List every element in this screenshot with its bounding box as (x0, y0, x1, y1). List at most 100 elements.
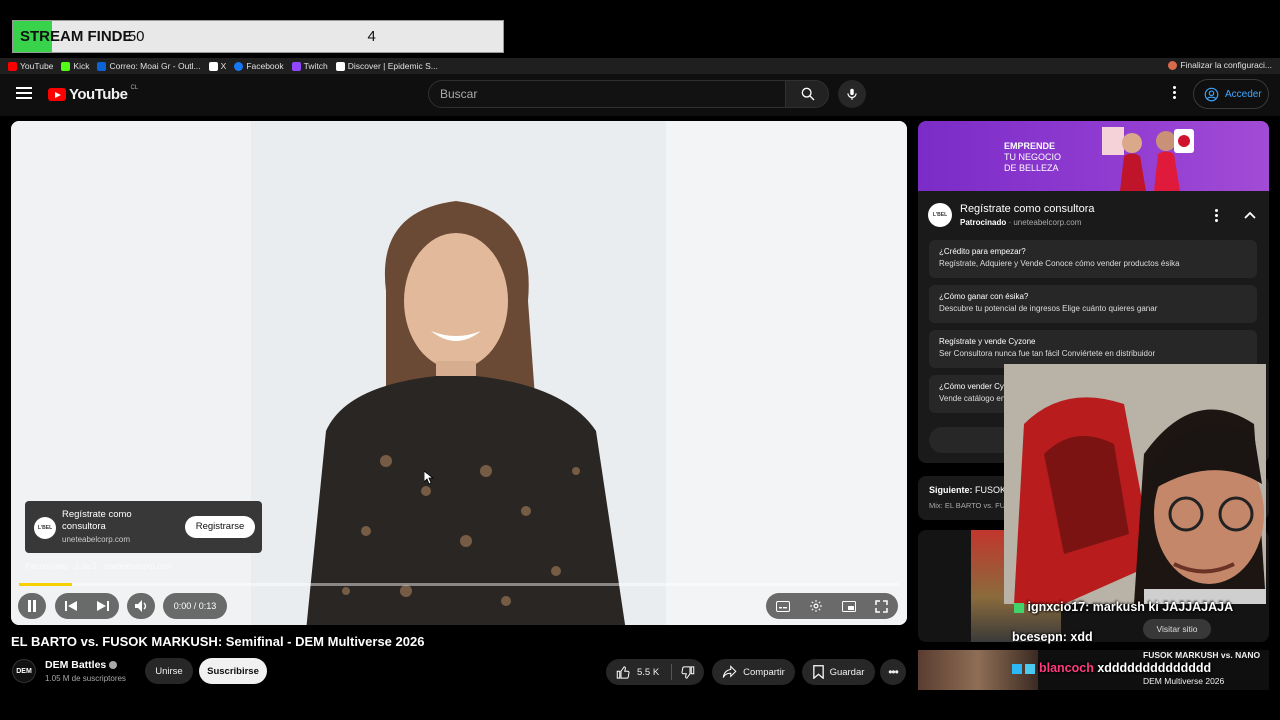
ad-banner-models-image (1102, 127, 1194, 191)
like-count: 5.5 K (637, 666, 660, 678)
facebook-icon (234, 61, 244, 71)
join-button[interactable]: Unirse (145, 658, 193, 684)
like-dislike-group: 5.5 K (606, 659, 704, 685)
play-pause-button[interactable] (18, 593, 46, 619)
voice-search-button[interactable] (838, 80, 866, 108)
stream-goal-target: 50 (127, 28, 145, 45)
bookmark-kick[interactable]: Kick (61, 61, 89, 71)
ad-card-title: Regístrate como consultora (62, 509, 132, 532)
stream-goal-count: 4 (367, 28, 376, 45)
youtube-logo[interactable]: YouTube CL (48, 84, 139, 103)
sign-in-button[interactable]: Acceder (1193, 79, 1269, 109)
video-player[interactable]: L'BEL Regístrate como consultora uneteab… (11, 121, 907, 625)
share-icon (722, 665, 737, 678)
stream-goal-title: STREAM FINDE (20, 28, 133, 45)
miniplayer-icon[interactable] (842, 600, 857, 612)
subtitles-icon[interactable] (775, 600, 790, 612)
ad-domain: uneteabelcorp.com (1013, 218, 1082, 227)
ad-banner-line: EMPRENDE (1004, 141, 1056, 151)
sign-in-label: Acceder (1225, 88, 1262, 100)
video-frame-woman (306, 201, 626, 625)
fullscreen-icon[interactable] (875, 599, 889, 613)
ad-sitelink[interactable]: ¿Cómo ganar con ésika? Descubre tu potenc… (929, 285, 1257, 323)
bookmark-label: Discover | Epidemic S... (347, 61, 438, 71)
bookmark-twitch[interactable]: Twitch (291, 61, 328, 71)
bookmark-label: Kick (73, 61, 90, 71)
bookmark-facebook[interactable]: Facebook (234, 61, 284, 71)
chat-badge-icon (1025, 663, 1036, 674)
volume-button[interactable] (127, 593, 155, 619)
epidemic-icon (335, 61, 345, 71)
bookmark-label: Twitch (303, 61, 328, 71)
chat-username: ignxcio17: (1027, 600, 1090, 614)
chat-username: bcesepn: (1012, 630, 1067, 644)
bookmark-outlook[interactable]: Correo: Moai Gr - Outl... (97, 61, 201, 71)
ad-sitelink[interactable]: ¿Crédito para empezar? Regístrate, Adquie… (929, 240, 1257, 278)
kick-icon (61, 61, 71, 71)
up-next-subtitle: Mix: EL BARTO vs. FU (929, 501, 1006, 510)
dislike-icon[interactable] (680, 665, 695, 680)
country-code: CL (130, 84, 139, 91)
video-background-right (666, 121, 907, 625)
collapse-chevron-icon[interactable] (1244, 211, 1256, 219)
sitelink-title: Regístrate y vende Cyzone (939, 337, 1036, 346)
search-input[interactable]: Buscar (428, 80, 786, 108)
more-options-icon[interactable] (1168, 86, 1180, 104)
sponsored-label: Patrocinado (960, 218, 1007, 227)
ad-sitelink[interactable]: Regístrate y vende Cyzone Ser Consultora … (929, 330, 1257, 368)
volume-icon (134, 600, 146, 612)
account-icon (1204, 87, 1219, 101)
twitch-icon (291, 61, 301, 71)
sitelink-desc: Ser Consultora nunca fue tan fácil Convi… (939, 349, 1156, 358)
bookmark-label: Correo: Moai Gr - Outl... (109, 61, 201, 71)
more-actions-button[interactable]: ••• (880, 659, 906, 685)
search-button[interactable] (785, 80, 829, 108)
recommendation-channel: DEM Multiverse 2026 (1143, 676, 1225, 686)
subscribe-button[interactable]: Suscribirse (199, 658, 267, 684)
register-button[interactable]: Registrarse (185, 516, 255, 538)
share-button[interactable]: Compartir (712, 659, 795, 685)
next-icon[interactable] (97, 600, 109, 612)
chat-message: ignxcio17: markush ki JAJJAJAJA (1014, 600, 1233, 614)
ad-panel-title[interactable]: Regístrate como consultora (960, 203, 1095, 215)
bookmark-finish-setup[interactable]: Finalizar la configuraci... (1168, 60, 1272, 70)
sitelink-title: ¿Crédito para empezar? (939, 247, 1026, 256)
recommendation-title[interactable]: FUSOK MARKUSH vs. NANO (1143, 650, 1260, 660)
bookmark-label: Facebook (246, 61, 284, 71)
like-icon[interactable] (616, 665, 631, 680)
bookmarks-bar: YouTube Kick Correo: Moai Gr - Outl... X… (0, 58, 1280, 74)
save-button[interactable]: Guardar (802, 659, 875, 685)
bookmark-label: X (220, 61, 227, 71)
right-controls (766, 593, 898, 619)
ad-info: Patrocinado · 1 de 2 · uneteabelcorp.com (25, 562, 173, 571)
previous-icon[interactable] (65, 600, 77, 612)
search-icon (801, 87, 815, 101)
channel-name[interactable]: DEM Battles (45, 659, 118, 671)
channel-avatar[interactable]: DEM (12, 659, 36, 683)
settings-gear-icon[interactable] (809, 599, 823, 613)
progress-bar[interactable] (19, 583, 899, 586)
hamburger-menu-icon[interactable] (16, 87, 32, 101)
search-bar: Buscar (428, 80, 866, 108)
ad-panel-menu-icon[interactable] (1215, 209, 1219, 222)
sitelink-desc: Descubre tu potencial de ingresos Elige … (939, 304, 1158, 313)
bookmark-youtube[interactable]: YouTube (8, 61, 53, 71)
chat-message: blancoch xdddddddddddddd (1012, 661, 1211, 675)
ad-overlay-card[interactable]: L'BEL Regístrate como consultora uneteab… (25, 501, 262, 553)
bookmark-x[interactable]: X (208, 61, 227, 71)
time-text: 0:00 / 0:13 (173, 601, 217, 611)
verified-icon (109, 661, 118, 670)
bookmark-label: Finalizar la configuraci... (1180, 60, 1272, 70)
outlook-icon (97, 61, 107, 71)
sidebar-ad-banner[interactable]: EMPRENDE TU NEGOCIO DE BELLEZA (918, 121, 1269, 191)
ad-banner-text: EMPRENDE TU NEGOCIO DE BELLEZA (1004, 141, 1061, 174)
ad-banner-line: DE BELLEZA (1004, 163, 1059, 173)
visit-site-button[interactable]: Visitar sitio (1143, 619, 1211, 639)
share-label: Compartir (743, 666, 785, 678)
channel-name-text: DEM Battles (45, 659, 107, 671)
youtube-logo-text: YouTube (69, 86, 128, 103)
bookmark-epidemic[interactable]: Discover | Epidemic S... (335, 61, 438, 71)
chat-username: blancoch (1038, 661, 1094, 675)
time-display: 0:00 / 0:13 (163, 593, 227, 619)
bookmark-label: YouTube (20, 61, 54, 71)
